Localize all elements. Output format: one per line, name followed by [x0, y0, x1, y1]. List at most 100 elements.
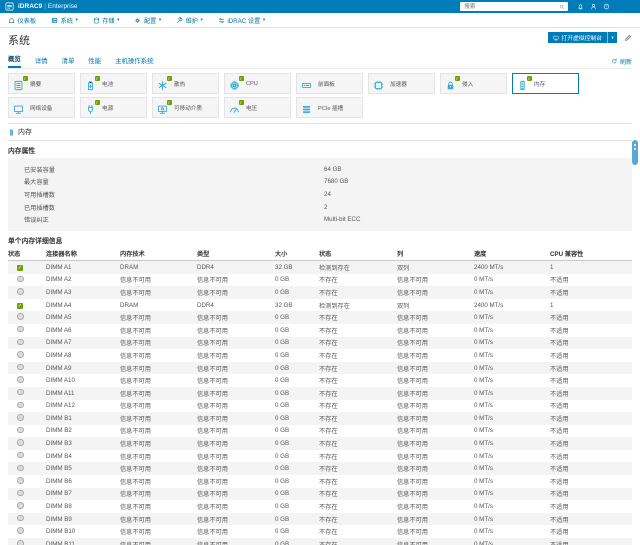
status-unknown-icon	[17, 414, 24, 421]
table-cell: 0 MT/s	[474, 528, 493, 536]
help-icon[interactable]: ?	[603, 3, 610, 10]
tile-cooling[interactable]: ✓ 散热	[152, 73, 219, 94]
table-cell: 0 GB	[275, 389, 290, 397]
nav-item-system[interactable]: 系统 ▾	[51, 16, 78, 25]
status-ok-icon: ✓	[166, 76, 172, 81]
row-status-cell	[8, 462, 46, 475]
table-cell: 0 MT/s	[474, 288, 493, 296]
table-cell: DDR4	[197, 301, 214, 309]
tile-accelerators[interactable]: 加速器	[368, 73, 435, 94]
settings-icon	[218, 17, 225, 24]
chevron-down-icon: ▾	[200, 16, 203, 22]
tab-host-os[interactable]: 主机操作系统	[115, 54, 153, 68]
table-cell: 0 GB	[275, 440, 290, 448]
table-cell: DIMM A8	[46, 351, 72, 359]
table-cell: 0 GB	[275, 414, 290, 422]
table-cell: 不存在	[319, 277, 338, 285]
user-icon[interactable]	[590, 3, 597, 10]
voltage-icon	[229, 104, 240, 115]
table-row: DIMM A10 信息不可用 信息不可用 0 GB 不存在 信息不可用 0 MT/s 不适用	[8, 374, 632, 387]
scrollbar-thumb[interactable]	[632, 140, 638, 165]
nav-item-idrac-settings[interactable]: iDRAC 设置 ▾	[218, 16, 265, 25]
table-cell: 不适用	[550, 415, 569, 423]
tile-pcie-slots[interactable]: PCIe 插槽	[296, 97, 363, 118]
status-unknown-icon	[17, 363, 24, 371]
tab-performance[interactable]: 性能	[88, 54, 101, 68]
row-status-cell	[8, 387, 46, 400]
tile-power[interactable]: ✓ 电源	[80, 97, 147, 118]
removable-media-icon	[157, 104, 168, 115]
row-status-cell	[8, 374, 46, 387]
tile-removable-media[interactable]: ✓ 可移动介质	[152, 97, 219, 118]
table-cell: 信息不可用	[120, 516, 151, 524]
dimm-table: 状态 连接器名称 内存技术 类型 大小 状态列速度 CPU 兼容性 ✓ DIMM A1 DRAM…	[8, 247, 632, 545]
table-cell: 信息不可用	[120, 378, 151, 386]
tile-intrusion[interactable]: ✓ 侵入	[440, 73, 507, 94]
table-cell: 信息不可用	[397, 491, 428, 499]
table-cell: 信息不可用	[120, 529, 151, 537]
table-cell: 信息不可用	[120, 352, 151, 360]
search-input[interactable]	[463, 2, 559, 11]
status-unknown-icon	[17, 439, 24, 446]
tile-label: 摘要	[30, 81, 42, 88]
nav-item-maintenance[interactable]: 维护 ▾	[176, 16, 203, 25]
tile-battery[interactable]: ✓ 电池	[80, 73, 147, 94]
tab-inventory[interactable]: 清单	[62, 54, 75, 68]
refresh-button[interactable]: 刷新	[611, 57, 632, 68]
table-cell: 0 MT/s	[474, 490, 493, 498]
table-cell: DIMM A12	[46, 402, 75, 410]
nav-item-dashboard[interactable]: 仪表板	[8, 16, 36, 25]
table-cell: 信息不可用	[197, 365, 228, 373]
table-cell: 信息不可用	[120, 289, 151, 297]
open-virtual-console-button[interactable]: 打开虚拟控制台	[547, 32, 607, 43]
row-status-cell: ✓	[8, 299, 46, 312]
nav-item-configuration[interactable]: 配置 ▾	[134, 16, 161, 25]
tab-details[interactable]: 详情	[35, 54, 48, 68]
table-cell: 0 GB	[275, 339, 290, 347]
table-cell: DIMM B5	[46, 465, 72, 473]
table-cell: 信息不可用	[197, 390, 228, 398]
memory-icon	[517, 80, 528, 91]
notifications-icon[interactable]	[577, 3, 584, 10]
attribute-row: 错误纠正 Multi-bit ECC	[24, 213, 632, 226]
table-cell: 0 GB	[275, 515, 290, 523]
tile-voltage[interactable]: ✓ 电压	[224, 97, 291, 118]
table-cell: 双列	[397, 264, 410, 272]
edit-pencil-icon[interactable]	[624, 34, 632, 42]
search-icon[interactable]	[559, 4, 565, 10]
table-cell: 信息不可用	[397, 466, 428, 474]
table-cell: 信息不可用	[397, 340, 428, 348]
table-cell: 信息不可用	[197, 538, 275, 545]
cooling-icon	[157, 80, 168, 91]
table-cell: 0 GB	[275, 377, 290, 385]
battery-iconwrap: ✓	[85, 76, 100, 91]
tile-summary[interactable]: ✓ 摘要	[8, 73, 75, 94]
console-monitor-icon	[553, 35, 559, 41]
global-search-box[interactable]	[460, 2, 568, 11]
nav-item-storage[interactable]: 存储 ▾	[93, 16, 119, 25]
table-row: DIMM B2 信息不可用 信息不可用 0 GB 不存在 信息不可用 0 MT/s 不适用	[8, 425, 632, 438]
status-unknown-icon	[17, 514, 24, 522]
table-row: DIMM A9 信息不可用 信息不可用 0 GB 不存在 信息不可用 0 MT/s 不适用	[8, 361, 632, 375]
tile-front-panel[interactable]: 前面板	[296, 73, 363, 94]
power-icon	[85, 104, 96, 115]
status-ok-icon: ✓	[238, 76, 244, 81]
virtual-console-dropdown-button[interactable]: ▾	[607, 32, 617, 43]
table-cell: DIMM B8	[46, 503, 72, 511]
row-status-cell	[8, 311, 46, 324]
front-panel-iconwrap	[301, 78, 312, 89]
nav-item-label: iDRAC 设置	[227, 17, 261, 25]
tile-cpu[interactable]: ✓ CPU	[224, 73, 291, 94]
table-cell: DIMM B3	[46, 440, 72, 448]
table-cell: 不适用	[550, 289, 569, 297]
table-cell: 不存在	[319, 453, 338, 461]
idrac-app-window: iDRAC9|Enterprise ? 仪表板系统▾存储▾配置▾维护▾iDRAC…	[0, 0, 640, 545]
table-cell: 信息不可用	[197, 529, 228, 537]
tab-overview[interactable]: 概览	[8, 52, 21, 68]
table-cell: 信息不可用	[197, 289, 228, 297]
tile-memory[interactable]: ✓ 内存	[512, 73, 579, 94]
table-cell: 0 GB	[275, 351, 290, 359]
tile-network-devices[interactable]: 网络设备	[8, 97, 75, 118]
list-icon	[13, 80, 24, 91]
table-cell: 0 GB	[275, 326, 290, 334]
